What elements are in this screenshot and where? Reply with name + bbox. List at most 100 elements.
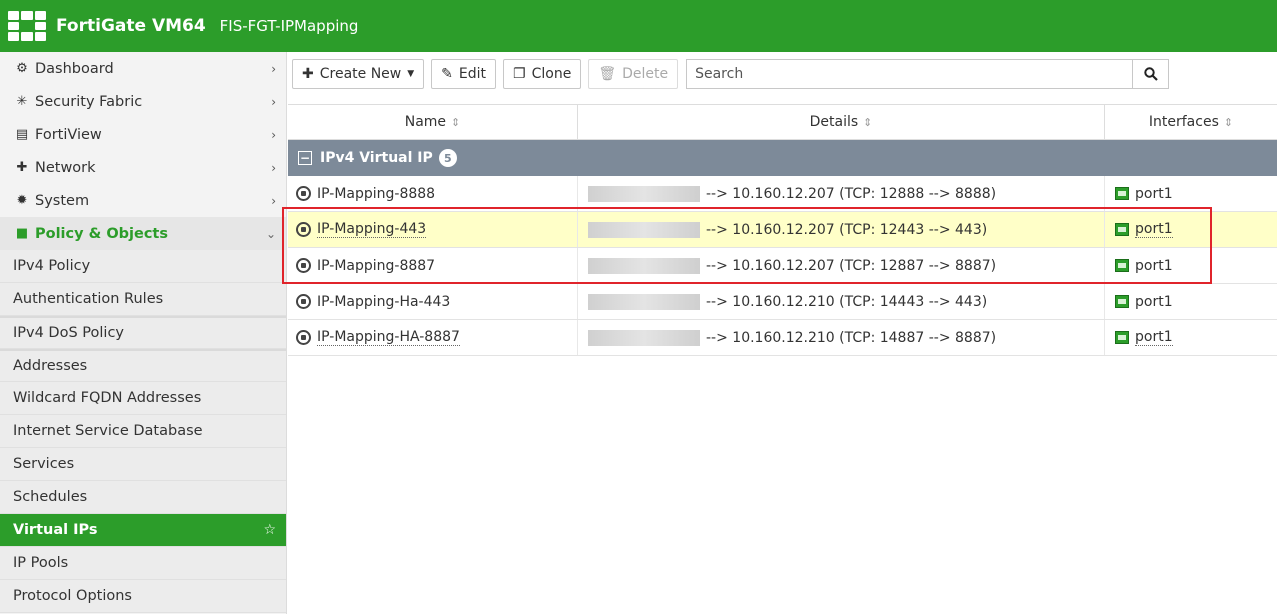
sort-icon: ⇕ xyxy=(451,115,461,129)
vip-details: --> 10.160.12.210 (TCP: 14443 --> 443) xyxy=(706,293,988,310)
column-header-label: Name xyxy=(404,114,447,130)
redacted-ip xyxy=(588,185,700,202)
sidebar-item-system[interactable]: ✹ System › xyxy=(0,184,286,217)
column-header-label: Interfaces xyxy=(1148,114,1219,130)
details-cell: --> 10.160.12.210 (TCP: 14443 --> 443) xyxy=(578,284,1105,319)
interface-name: port1 xyxy=(1135,329,1173,346)
interface-name: port1 xyxy=(1135,185,1173,202)
vip-details: --> 10.160.12.207 (TCP: 12443 --> 443) xyxy=(706,221,988,238)
table-row[interactable]: IP-Mapping-HA-8887 --> 10.160.12.210 (TC… xyxy=(288,320,1277,356)
network-icon: ✚ xyxy=(16,160,28,175)
virtual-ip-icon xyxy=(296,294,311,309)
sidebar-subitem-authentication-rules[interactable]: Authentication Rules xyxy=(0,283,286,316)
column-header-name[interactable]: Name ⇕ xyxy=(288,105,578,139)
table-body: IP-Mapping-8888 --> 10.160.12.207 (TCP: … xyxy=(288,176,1277,356)
column-header-interfaces[interactable]: Interfaces ⇕ xyxy=(1105,105,1277,139)
clone-label: Clone xyxy=(531,66,572,82)
group-label: IPv4 Virtual IP xyxy=(320,150,433,166)
plus-icon: ✚ xyxy=(302,66,314,82)
sidebar-subitem-label: Schedules xyxy=(13,489,88,505)
sidebar-subitem-label: Internet Service Database xyxy=(13,423,203,439)
clone-button[interactable]: ❐ Clone xyxy=(503,59,582,89)
vip-details: --> 10.160.12.210 (TCP: 14887 --> 8887) xyxy=(706,329,997,346)
details-cell: --> 10.160.12.210 (TCP: 14887 --> 8887) xyxy=(578,320,1105,355)
sidebar-subitem-label: Wildcard FQDN Addresses xyxy=(13,390,202,406)
sidebar-item-label: Dashboard xyxy=(35,60,114,77)
create-new-label: Create New xyxy=(319,66,402,82)
sidebar-subitem-ipv4-dos-policy[interactable]: IPv4 DoS Policy xyxy=(0,316,286,349)
interface-cell: port1 xyxy=(1105,176,1277,211)
sidebar-item-network[interactable]: ✚ Network › xyxy=(0,151,286,184)
virtual-ip-icon xyxy=(296,222,311,237)
sidebar-subitem-label: Protocol Options xyxy=(13,588,132,604)
name-cell: IP-Mapping-8888 xyxy=(288,176,578,211)
interface-name: port1 xyxy=(1135,257,1173,274)
device-hostname[interactable]: FIS-FGT-IPMapping xyxy=(220,17,359,35)
column-header-details[interactable]: Details ⇕ xyxy=(578,105,1105,139)
interface-name: port1 xyxy=(1135,221,1173,238)
sidebar-subitem-ip-pools[interactable]: IP Pools xyxy=(0,547,286,580)
star-icon[interactable]: ☆ xyxy=(263,522,276,538)
table-row[interactable]: IP-Mapping-8887 --> 10.160.12.207 (TCP: … xyxy=(288,248,1277,284)
sidebar-subitem-ipv4-policy[interactable]: IPv4 Policy xyxy=(0,250,286,283)
sidebar-subitem-label: IPv4 Policy xyxy=(13,258,91,274)
create-new-button[interactable]: ✚ Create New ▼ xyxy=(292,59,425,89)
port-icon xyxy=(1115,187,1129,200)
vip-name: IP-Mapping-443 xyxy=(317,221,427,238)
sidebar-subitem-label: Addresses xyxy=(13,358,88,374)
policy-objects-icon: ■ xyxy=(15,226,29,241)
interface-cell: port1 xyxy=(1105,284,1277,319)
table-row[interactable]: IP-Mapping-443 --> 10.160.12.207 (TCP: 1… xyxy=(288,212,1277,248)
fortinet-logo-icon xyxy=(8,11,46,41)
toolbar: ✚ Create New ▼ ✎ Edit ❐ Clone 🗑 Delete xyxy=(288,52,1277,96)
vip-name: IP-Mapping-Ha-443 xyxy=(317,293,451,310)
details-cell: --> 10.160.12.207 (TCP: 12888 --> 8888) xyxy=(578,176,1105,211)
vip-details: --> 10.160.12.207 (TCP: 12887 --> 8887) xyxy=(706,257,997,274)
sidebar-subitem-services[interactable]: Services xyxy=(0,448,286,481)
redacted-ip xyxy=(588,257,700,274)
sidebar-subitem-schedules[interactable]: Schedules xyxy=(0,481,286,514)
sort-icon: ⇕ xyxy=(1223,115,1234,129)
vip-name: IP-Mapping-8888 xyxy=(317,185,436,202)
redacted-ip xyxy=(588,293,700,310)
sidebar-item-fortiview[interactable]: ▤ FortiView › xyxy=(0,118,286,151)
clone-icon: ❐ xyxy=(513,66,526,82)
sidebar-subitem-protocol-options[interactable]: Protocol Options xyxy=(0,580,286,613)
name-cell: IP-Mapping-Ha-443 xyxy=(288,284,578,319)
search-button[interactable] xyxy=(1133,59,1170,89)
search-icon xyxy=(1143,67,1158,81)
search-input[interactable] xyxy=(686,59,1134,89)
sidebar-subitem-label: IPv4 DoS Policy xyxy=(13,325,124,341)
chevron-down-icon: ⌄ xyxy=(265,226,276,241)
table-group-row[interactable]: − IPv4 Virtual IP 5 xyxy=(288,140,1277,176)
sidebar-subitem-label: Virtual IPs xyxy=(13,522,98,538)
sidebar-subitem-wildcard-fqdn[interactable]: Wildcard FQDN Addresses xyxy=(0,382,286,415)
product-name: FortiGate VM64 xyxy=(56,16,206,36)
interface-cell: port1 xyxy=(1105,320,1277,355)
table-row[interactable]: IP-Mapping-Ha-443 --> 10.160.12.210 (TCP… xyxy=(288,284,1277,320)
sidebar-item-label: FortiView xyxy=(35,126,102,143)
chevron-right-icon: › xyxy=(271,160,276,175)
sidebar-subitem-virtual-ips[interactable]: Virtual IPs ☆ xyxy=(0,514,286,547)
sidebar-item-label: System xyxy=(35,192,90,209)
sidebar-item-security-fabric[interactable]: ✳ Security Fabric › xyxy=(0,85,286,118)
redacted-ip xyxy=(588,221,700,238)
table-row[interactable]: IP-Mapping-8888 --> 10.160.12.207 (TCP: … xyxy=(288,176,1277,212)
sidebar-item-policy-objects[interactable]: ■ Policy & Objects ⌄ xyxy=(0,217,286,250)
main-content: ✚ Create New ▼ ✎ Edit ❐ Clone 🗑 Delete N… xyxy=(288,52,1277,614)
chevron-right-icon: › xyxy=(271,61,276,76)
vip-details: --> 10.160.12.207 (TCP: 12888 --> 8888) xyxy=(706,185,997,202)
details-cell: --> 10.160.12.207 (TCP: 12887 --> 8887) xyxy=(578,248,1105,283)
sidebar-subitem-addresses[interactable]: Addresses xyxy=(0,349,286,382)
port-icon xyxy=(1115,331,1129,344)
delete-button[interactable]: 🗑 Delete xyxy=(588,59,679,89)
sidebar-subitem-label: Authentication Rules xyxy=(13,291,164,307)
interface-name: port1 xyxy=(1135,293,1173,310)
sidebar-subitem-internet-service-db[interactable]: Internet Service Database xyxy=(0,415,286,448)
chevron-right-icon: › xyxy=(271,94,276,109)
column-header-label: Details xyxy=(809,114,859,130)
sidebar-item-dashboard[interactable]: ⚙ Dashboard › xyxy=(0,52,286,85)
collapse-icon[interactable]: − xyxy=(298,151,312,165)
vip-name: IP-Mapping-8887 xyxy=(317,257,436,274)
edit-button[interactable]: ✎ Edit xyxy=(431,59,497,89)
